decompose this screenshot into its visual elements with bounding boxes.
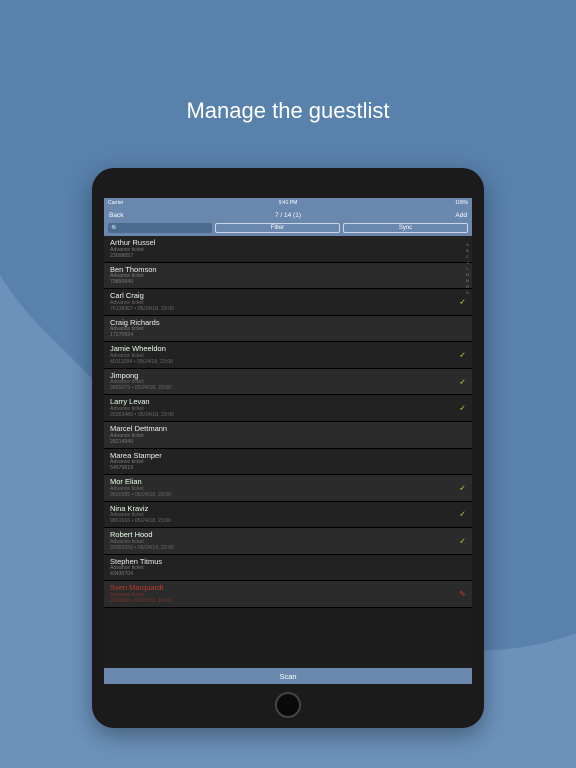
guest-name: Craig Richards [110, 319, 466, 328]
status-battery: 100% [455, 200, 468, 206]
table-row[interactable]: Jamie WheeldonAdvance ticket49111094 • 0… [104, 342, 472, 369]
promo-stage: Manage the guestlist Carrier 9:41 PM 100… [0, 0, 576, 768]
guest-name: Carl Craig [110, 292, 466, 301]
search-icon: 🔍 [111, 225, 118, 232]
ipad-frame: Carrier 9:41 PM 100% Back 7 / 14 (1) Add… [92, 168, 484, 728]
guest-name: Ben Thomson [110, 266, 466, 275]
add-button[interactable]: Add [455, 212, 467, 219]
index-letter[interactable]: J [467, 260, 469, 265]
table-row[interactable]: Sven MarquardtAdvance ticket2420806 • 05… [104, 581, 472, 608]
guest-name: Arthur Russel [110, 239, 466, 248]
guest-name: Mor Elian [110, 478, 466, 487]
index-letter[interactable]: A [466, 242, 469, 247]
guest-name: Larry Levan [110, 398, 466, 407]
guest-code: 43430704 [110, 572, 466, 578]
nav-bar: Back 7 / 14 (1) Add [104, 208, 472, 222]
index-letter[interactable]: S [466, 290, 469, 295]
scan-button[interactable]: Scan [104, 668, 472, 684]
guest-name: Nina Kraviz [110, 505, 466, 514]
app-screen: Carrier 9:41 PM 100% Back 7 / 14 (1) Add… [104, 198, 472, 684]
table-row[interactable]: Marcel DettmannAdvance ticket28214949 [104, 422, 472, 449]
guest-code: 49111094 • 05/24/18, 23:00 [110, 360, 466, 366]
index-letter[interactable]: C [466, 254, 469, 259]
index-letter[interactable]: L [466, 266, 468, 271]
back-button[interactable]: Back [109, 212, 123, 219]
table-row[interactable]: Nina KravizAdvance ticket9861916 • 05/24… [104, 502, 472, 529]
guest-code: 2420806 • 05/29/18, 14:00 [110, 599, 466, 605]
guest-code: 9620385 • 05/24/18, 23:00 [110, 493, 466, 499]
home-button[interactable] [275, 692, 301, 718]
section-index[interactable]: ABCJLMNRS [464, 242, 471, 664]
status-carrier: Carrier [108, 200, 123, 206]
table-row[interactable]: Ben ThomsonAdvance ticket79890949 [104, 263, 472, 290]
guest-name: Jamie Wheeldon [110, 345, 466, 354]
table-row[interactable]: Marea StamperAdvance ticket54579819 [104, 449, 472, 476]
table-row[interactable]: Larry LevanAdvance ticket26353480 • 05/2… [104, 395, 472, 422]
headline: Manage the guestlist [0, 98, 576, 124]
guest-code: 9861916 • 05/24/18, 23:00 [110, 519, 466, 525]
guest-code: 9855079 • 05/24/18, 23:00 [110, 386, 466, 392]
scan-label: Scan [279, 672, 296, 681]
table-row[interactable]: Stephen TitmusAdvance ticket43430704 [104, 555, 472, 582]
table-row[interactable]: Carl CraigAdvance ticket76138307 • 05/24… [104, 289, 472, 316]
table-row[interactable]: Mor ElianAdvance ticket9620385 • 05/24/1… [104, 475, 472, 502]
table-row[interactable]: Arthur RusselAdvance ticket23098057 [104, 236, 472, 263]
guest-name: Sven Marquardt [110, 584, 466, 593]
index-letter[interactable]: B [466, 248, 469, 253]
guest-list[interactable]: Arthur RusselAdvance ticket23098057Ben T… [104, 236, 472, 668]
toolbar-row: 🔍 Q Filter Sync [104, 222, 472, 236]
nav-title: 7 / 14 (1) [275, 212, 301, 219]
status-bar: Carrier 9:41 PM 100% [104, 198, 472, 208]
guest-name: Marcel Dettmann [110, 425, 466, 434]
index-letter[interactable]: M [466, 272, 469, 277]
guest-name: Robert Hood [110, 531, 466, 540]
guest-code: 76138307 • 05/24/18, 23:00 [110, 307, 466, 313]
search-input[interactable]: 🔍 Q [108, 223, 212, 233]
filter-button[interactable]: Filter [215, 223, 340, 233]
guest-code: 23098057 [110, 254, 466, 260]
table-row[interactable]: Robert HoodAdvance ticket92955250 • 05/2… [104, 528, 472, 555]
guest-code: 26353480 • 05/24/18, 23:00 [110, 413, 466, 419]
guest-name: Jimpong [110, 372, 466, 381]
guest-code: 28214949 [110, 440, 466, 446]
guest-code: 17270924 [110, 333, 466, 339]
index-letter[interactable]: N [466, 278, 469, 283]
status-time: 9:41 PM [279, 200, 298, 206]
table-row[interactable]: JimpongAdvance ticket9855079 • 05/24/18,… [104, 369, 472, 396]
guest-name: Stephen Titmus [110, 558, 466, 567]
sync-button[interactable]: Sync [343, 223, 468, 233]
guest-code: 79890949 [110, 280, 466, 286]
guest-name: Marea Stamper [110, 452, 466, 461]
index-letter[interactable]: R [466, 284, 469, 289]
guest-code: 92955250 • 05/24/18, 23:00 [110, 546, 466, 552]
guest-code: 54579819 [110, 466, 466, 472]
table-row[interactable]: Craig RichardsAdvance ticket17270924 [104, 316, 472, 343]
